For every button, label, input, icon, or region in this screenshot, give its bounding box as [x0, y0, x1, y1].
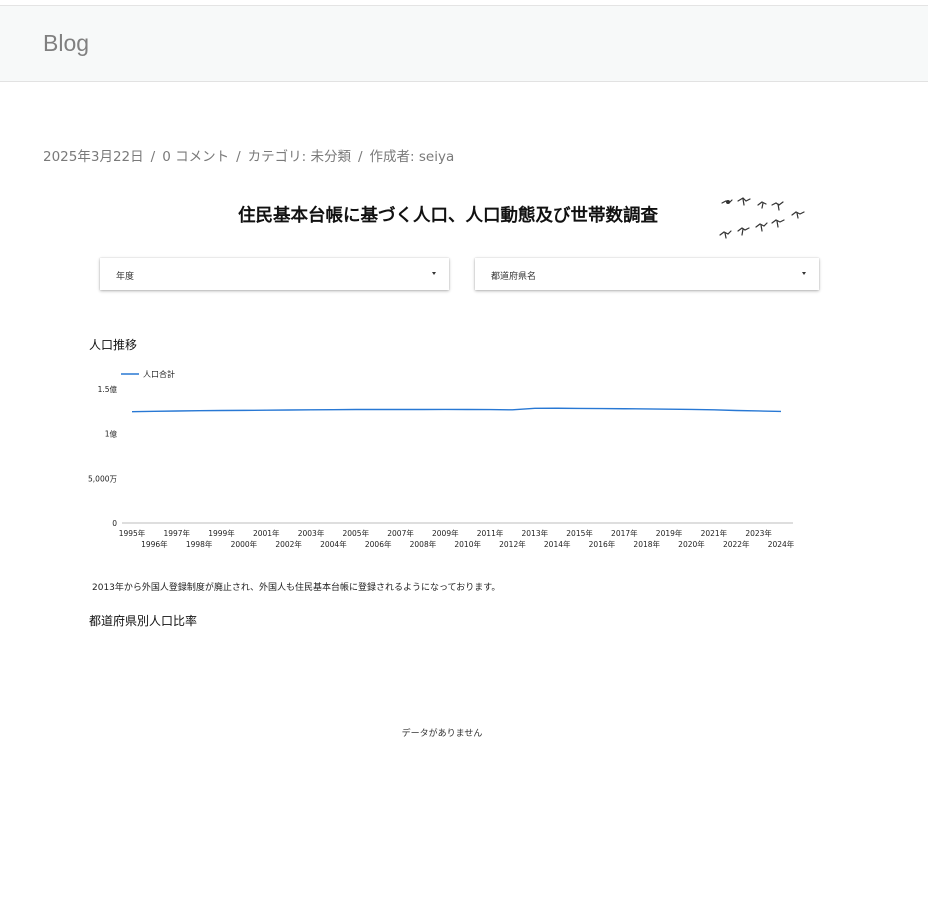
year-select-label: 年度: [116, 272, 135, 282]
x-tick-label: 2014年: [544, 539, 571, 549]
post-meta: 2025年3月22日 / 0 コメント / カテゴリ: 未分類 / 作成者: seiya: [43, 145, 454, 165]
x-tick-label: 1997年: [163, 528, 190, 538]
chevron-down-icon: [432, 272, 436, 275]
foreign-registration-note: 2013年から外国人登録制度が廃止され、外国人も住民基本台帳に登録されるようにな…: [92, 583, 501, 593]
x-tick-label: 2017年: [611, 528, 638, 538]
population-trend-title: 人口推移: [89, 338, 138, 352]
meta-separator: /: [150, 149, 156, 165]
y-tick-label: 1.5億: [98, 384, 118, 394]
x-tick-label: 2024年: [768, 539, 795, 549]
x-tick-label: 2022年: [723, 539, 750, 549]
site-title-link[interactable]: Blog: [43, 30, 89, 57]
x-tick-label: 2019年: [656, 528, 683, 538]
x-tick-label: 2007年: [387, 528, 414, 538]
comments-link[interactable]: 0 コメント: [162, 149, 229, 165]
x-tick-label: 2016年: [589, 539, 616, 549]
x-tick-label: 2006年: [365, 539, 392, 549]
flying-birds-icon: [719, 197, 805, 239]
legend-label: 人口合計: [143, 369, 175, 379]
x-tick-label: 1996年: [141, 539, 168, 549]
x-tick-label: 2001年: [253, 528, 280, 538]
x-tick-label: 2012年: [499, 539, 526, 549]
prefecture-ratio-title: 都道府県別人口比率: [89, 614, 198, 628]
pie-empty-message: データがありません: [401, 729, 483, 739]
year-select[interactable]: 年度: [100, 258, 449, 290]
x-tick-label: 2013年: [522, 528, 549, 538]
x-tick-label: 2005年: [342, 528, 369, 538]
x-tick-label: 2000年: [231, 539, 258, 549]
y-tick-label: 0: [112, 519, 117, 528]
x-tick-label: 2021年: [701, 528, 728, 538]
x-tick-label: 2011年: [477, 528, 504, 538]
x-tick-label: 1995年: [119, 528, 146, 538]
x-tick-label: 1999年: [208, 528, 235, 538]
x-tick-label: 1998年: [186, 539, 213, 549]
series-line: [131, 407, 782, 413]
x-tick-label: 2008年: [410, 539, 437, 549]
y-tick-label: 5,000万: [88, 474, 117, 483]
x-tick-label: 2018年: [633, 539, 660, 549]
meta-separator: /: [236, 149, 241, 165]
author-link[interactable]: 作成者: seiya: [370, 149, 455, 165]
y-tick-label: 1億: [105, 429, 118, 439]
x-tick-label: 2015年: [566, 528, 593, 538]
meta-separator: /: [357, 149, 363, 165]
category-link[interactable]: カテゴリ: 未分類: [248, 149, 351, 165]
x-tick-label: 2004年: [320, 539, 347, 549]
x-tick-label: 2010年: [454, 539, 481, 549]
prefecture-select[interactable]: 都道府県名: [475, 258, 819, 290]
x-tick-label: 2002年: [275, 539, 302, 549]
prefecture-select-label: 都道府県名: [491, 272, 537, 282]
post-date-link[interactable]: 2025年3月22日: [43, 149, 144, 165]
chevron-down-icon: [802, 272, 806, 275]
x-tick-label: 2023年: [745, 528, 772, 538]
x-tick-label: 2003年: [298, 528, 325, 538]
site-header: Blog: [0, 6, 928, 82]
population-line-chart: 05,000万1億1.5億1995年1996年1997年1998年1999年20…: [88, 369, 795, 549]
x-tick-label: 2009年: [432, 528, 459, 538]
x-tick-label: 2020年: [678, 539, 705, 549]
